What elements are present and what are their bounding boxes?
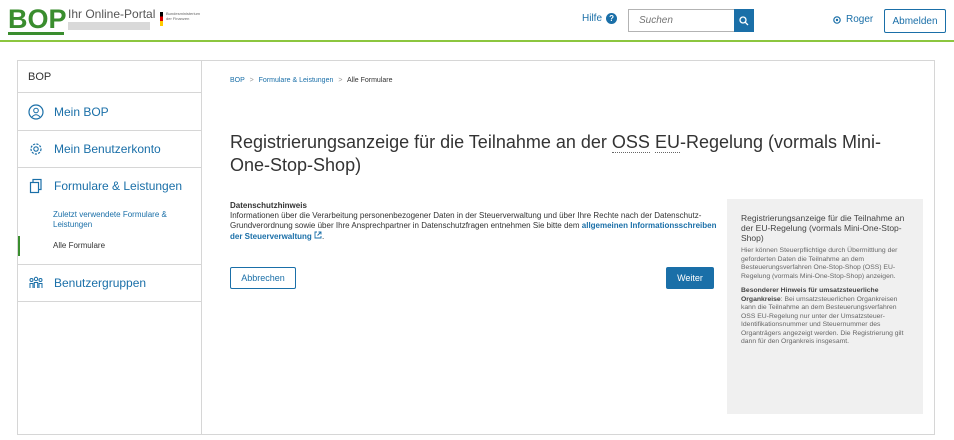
sidebar-item-benutzerkonto[interactable]: Mein Benutzerkonto: [28, 141, 161, 157]
title-abbr-oss: OSS: [611, 132, 650, 153]
search-icon: [739, 15, 749, 25]
privacy-text: Informationen über die Verarbeitung pers…: [230, 211, 720, 242]
divider: [18, 130, 201, 131]
gear-icon: [28, 141, 44, 157]
sidebar-item-label: Formulare & Leistungen: [54, 179, 183, 193]
sidebar-item-label: Mein BOP: [54, 105, 109, 119]
divider: [18, 167, 201, 168]
main-container: BOP Mein BOP Mein Benutzerkonto Formular…: [17, 60, 935, 435]
help-icon: ?: [606, 13, 618, 24]
page-title: Registrierungsanzeige für die Teilnahme …: [230, 131, 920, 177]
portal-name: Ihr Online-Portal: [68, 7, 156, 21]
documents-icon: [28, 178, 44, 194]
sidebar-item-mein-bop[interactable]: Mein BOP: [28, 104, 109, 120]
search-input[interactable]: [628, 9, 734, 32]
help-link[interactable]: Hilfe ?: [582, 13, 618, 24]
info-box-title: Registrierungsanzeige für die Teilnahme …: [741, 213, 905, 243]
top-header: BOP Ihr Online-Portal Bundesministerium …: [0, 0, 954, 42]
sidebar: BOP Mein BOP Mein Benutzerkonto Formular…: [18, 61, 202, 434]
portal-subtitle-placeholder: [68, 22, 150, 30]
title-abbr-eu: EU: [654, 132, 680, 153]
logout-button[interactable]: Abmelden: [884, 9, 946, 33]
info-box-text: Hier können Steuerpflichtige durch Überm…: [741, 247, 898, 280]
divider: [18, 301, 201, 302]
help-label: Hilfe: [582, 13, 603, 24]
breadcrumb: BOP > Formulare & Leistungen > Alle Form…: [230, 77, 393, 84]
sidebar-item-benutzergruppen[interactable]: Benutzergruppen: [28, 275, 146, 291]
cancel-button[interactable]: Abbrechen: [230, 267, 296, 289]
sidebar-title: BOP: [28, 71, 52, 83]
next-button[interactable]: Weiter: [666, 267, 714, 289]
privacy-end: .: [322, 232, 325, 241]
search-button[interactable]: [734, 9, 754, 32]
face-icon: [28, 104, 44, 120]
user-name: Roger: [846, 14, 874, 25]
user-menu[interactable]: Roger: [832, 14, 873, 25]
bop-logo[interactable]: BOP: [8, 4, 67, 34]
sidebar-item-label: Benutzergruppen: [54, 276, 147, 290]
sidebar-subitem-zuletzt[interactable]: Zuletzt verwendete Formulare & Leistunge…: [53, 210, 193, 230]
info-box-note: Besonderer Hinweis für umsatzsteuerliche…: [741, 287, 909, 347]
chevron-right-icon: >: [338, 77, 343, 84]
privacy-title: Datenschutzhinweis: [230, 201, 307, 210]
info-box: Registrierungsanzeige für die Teilnahme …: [727, 199, 923, 414]
logo-underline: [8, 32, 64, 35]
divider: [18, 92, 201, 93]
ministry-text: Bundesministerium der Finanzen: [166, 11, 201, 21]
ministry-logo: Bundesministerium der Finanzen: [160, 9, 200, 29]
breadcrumb-formulare[interactable]: Formulare & Leistungen: [259, 77, 334, 84]
breadcrumb-current: Alle Formulare: [346, 77, 393, 84]
external-link-icon: [314, 231, 322, 239]
gear-icon: [833, 15, 841, 24]
title-text: Registrierungsanzeige für die Teilnahme …: [230, 132, 612, 152]
flag-icon: [160, 12, 163, 26]
divider: [18, 264, 201, 265]
sidebar-item-label: Mein Benutzerkonto: [54, 142, 161, 156]
active-indicator: [18, 236, 20, 256]
sidebar-item-formulare[interactable]: Formulare & Leistungen: [28, 178, 182, 194]
breadcrumb-bop[interactable]: BOP: [230, 77, 245, 84]
users-icon: [28, 275, 44, 291]
sidebar-subitem-alle-formulare[interactable]: Alle Formulare: [53, 241, 193, 251]
chevron-right-icon: >: [249, 77, 254, 84]
